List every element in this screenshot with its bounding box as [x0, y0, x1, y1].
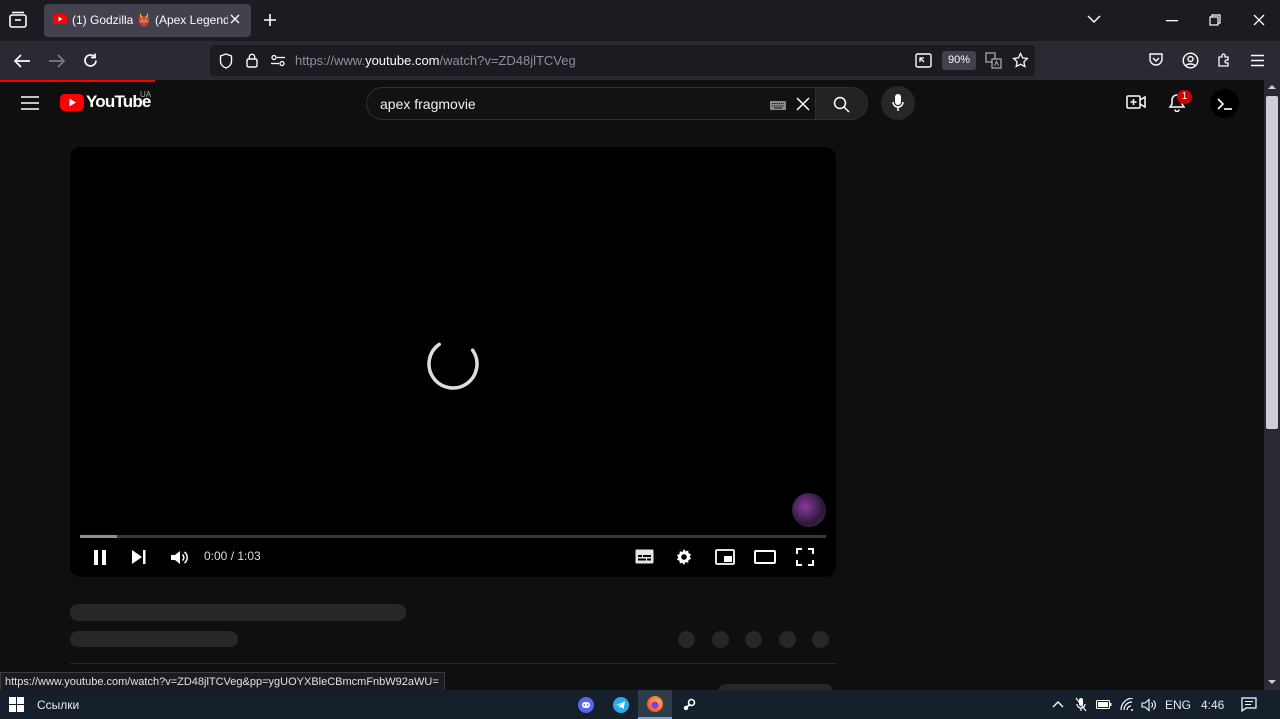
minimize-window-icon[interactable] [1166, 20, 1178, 22]
windows-taskbar: Ссылки ENG 4:46 [0, 690, 1280, 719]
tab-title: (1) Godzilla 👹 (Apex Legends Mo [72, 13, 228, 27]
action-skeleton [678, 631, 695, 648]
voice-search-button[interactable] [881, 86, 915, 120]
url-text[interactable]: https://www.youtube.com/watch?v=ZD48jlTC… [295, 53, 576, 68]
clear-search-icon[interactable] [795, 96, 811, 112]
search-button[interactable] [816, 87, 868, 120]
lock-icon[interactable] [246, 53, 258, 68]
microphone-icon [892, 94, 904, 112]
steam-icon [681, 697, 697, 713]
zoom-level-button[interactable]: 90% [942, 51, 976, 70]
action-skeleton [779, 631, 796, 648]
microphone-muted-icon[interactable] [1075, 697, 1087, 713]
site-permissions-icon[interactable] [270, 54, 286, 67]
scroll-down-icon[interactable] [1268, 680, 1276, 685]
input-language-indicator[interactable]: ENG [1165, 698, 1191, 712]
loading-spinner-icon [424, 335, 482, 393]
youtube-favicon-icon [53, 14, 67, 24]
app-menu-icon[interactable] [1250, 54, 1265, 67]
volume-icon[interactable] [170, 549, 188, 566]
search-input[interactable]: apex fragmovie [380, 96, 476, 112]
settings-gear-icon[interactable] [675, 548, 693, 566]
title-skeleton [70, 604, 406, 621]
youtube-logo[interactable]: YouTube UA [60, 90, 160, 114]
search-icon [833, 96, 850, 113]
telegram-icon [613, 697, 629, 713]
avatar[interactable] [1210, 89, 1239, 118]
video-progress-bar[interactable] [80, 535, 826, 538]
firefox-icon [647, 696, 663, 712]
translate-icon[interactable] [985, 52, 1002, 69]
video-progress-fill [80, 535, 118, 538]
theater-mode-icon[interactable] [754, 550, 776, 564]
reload-icon[interactable] [82, 52, 99, 69]
close-window-icon[interactable] [1253, 14, 1265, 26]
divider [70, 663, 836, 664]
guide-menu-icon[interactable] [21, 96, 39, 110]
taskbar-firefox[interactable] [638, 690, 672, 719]
link-status-url: https://www.youtube.com/watch?v=ZD48jlTC… [0, 672, 445, 691]
action-skeleton [745, 631, 762, 648]
scroll-up-icon[interactable] [1268, 84, 1276, 89]
system-clock[interactable]: 4:46 [1201, 698, 1224, 712]
show-hidden-icons-chevron-icon[interactable] [1052, 700, 1064, 708]
region-code: UA [140, 90, 152, 99]
notification-badge: 1 [1177, 90, 1192, 104]
taskbar-discord[interactable] [569, 690, 603, 719]
new-tab-icon[interactable] [263, 13, 277, 27]
restore-window-icon[interactable] [1209, 14, 1221, 26]
links-toolbar-label[interactable]: Ссылки [37, 698, 79, 712]
action-skeleton [812, 631, 829, 648]
browser-nav-bar: https://www.youtube.com/watch?v=ZD48jlTC… [0, 41, 1280, 80]
battery-icon[interactable] [1096, 699, 1112, 710]
scrollbar-thumb[interactable] [1266, 96, 1278, 429]
account-icon[interactable] [1182, 52, 1199, 69]
wifi-icon[interactable] [1120, 698, 1135, 711]
pocket-icon[interactable] [1148, 52, 1164, 68]
list-all-tabs-chevron-icon[interactable] [1087, 14, 1101, 24]
forward-arrow-icon[interactable] [48, 53, 66, 69]
page-loading-bar [0, 80, 155, 82]
bookmark-star-icon[interactable] [1012, 52, 1029, 69]
back-arrow-icon[interactable] [13, 53, 31, 69]
channel-skeleton [70, 631, 238, 647]
tracking-shield-icon[interactable] [219, 53, 233, 69]
url-prefix: https://www. [295, 53, 366, 68]
youtube-page: YouTube UA apex fragmovie 1 0:00 / 1:03 [0, 80, 1264, 690]
video-duration: 1:03 [237, 549, 261, 563]
browser-tab-bar: (1) Godzilla 👹 (Apex Legends Mo [0, 0, 1280, 41]
picture-in-picture-icon[interactable] [915, 53, 932, 68]
close-tab-icon[interactable] [229, 13, 241, 25]
url-domain: youtube.com [365, 53, 440, 68]
next-video-icon[interactable] [131, 549, 147, 565]
taskbar-telegram[interactable] [604, 690, 638, 719]
keyboard-icon[interactable] [770, 101, 786, 110]
action-center-notifications-icon[interactable] [1241, 697, 1257, 712]
taskbar-steam[interactable] [672, 690, 706, 719]
time-display: 0:00 / 1:03 [204, 549, 261, 563]
subtitles-icon[interactable] [635, 549, 654, 564]
browser-tab-active[interactable]: (1) Godzilla 👹 (Apex Legends Mo [44, 4, 251, 37]
search-box[interactable]: apex fragmovie [366, 87, 816, 120]
create-video-icon[interactable] [1126, 94, 1146, 110]
time-separator: / [227, 549, 238, 563]
pause-icon[interactable] [92, 549, 108, 566]
fullscreen-icon[interactable] [796, 548, 814, 566]
miniplayer-icon[interactable] [715, 549, 735, 565]
video-player[interactable]: 0:00 / 1:03 [70, 147, 836, 577]
tab-list-icon[interactable] [8, 11, 28, 29]
url-path: /watch?v=ZD48jlTCVeg [439, 53, 576, 68]
action-skeleton [712, 631, 729, 648]
address-bar[interactable]: https://www.youtube.com/watch?v=ZD48jlTC… [210, 45, 1035, 76]
extensions-puzzle-icon[interactable] [1216, 52, 1233, 69]
discord-icon [578, 697, 594, 713]
windows-start-icon[interactable] [9, 697, 24, 712]
speaker-volume-icon[interactable] [1141, 698, 1157, 712]
current-time: 0:00 [204, 549, 228, 563]
channel-watermark[interactable] [792, 493, 826, 527]
